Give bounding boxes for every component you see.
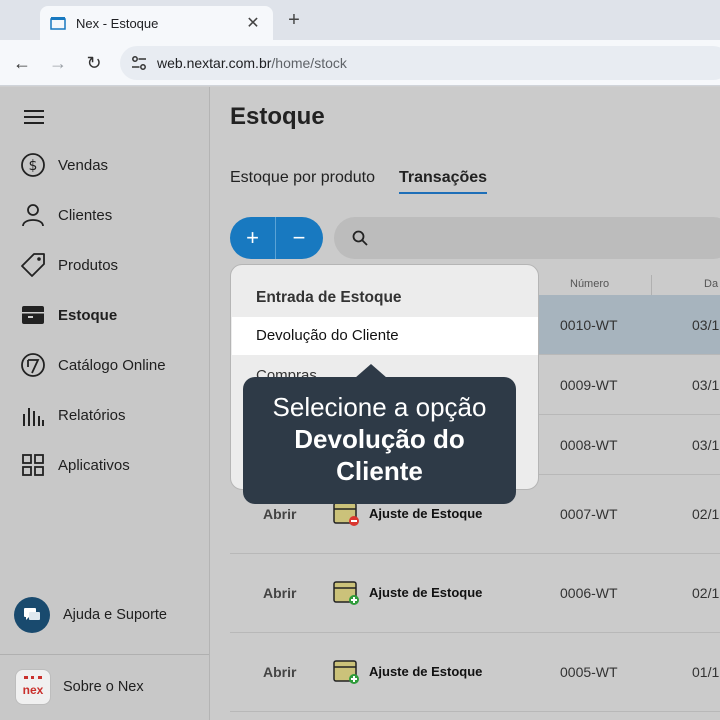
tag-icon xyxy=(21,253,45,277)
column-divider xyxy=(651,275,652,295)
tooltip-line-1: Selecione a opção xyxy=(272,392,487,422)
box-plus-icon xyxy=(333,581,359,605)
close-tab-icon[interactable]: ✕ xyxy=(243,13,263,33)
forward-arrow-icon[interactable]: → xyxy=(47,52,69,74)
bar-chart-icon xyxy=(23,408,44,426)
about-nex-link[interactable]: nex Sobre o Nex xyxy=(15,669,144,705)
sidebar-item-label: Vendas xyxy=(58,156,109,174)
tab-stock-by-product[interactable]: Estoque por produto xyxy=(230,169,375,194)
url-domain: web.nextar.com.br xyxy=(157,55,272,71)
column-date-header: Da xyxy=(704,278,719,290)
sidebar-item-label: Estoque xyxy=(58,306,118,324)
sidebar-item-label: Produtos xyxy=(58,256,119,274)
type-cell: Ajuste de Estoque xyxy=(332,657,482,685)
row-number: 0006-WT xyxy=(560,585,618,601)
search-input[interactable] xyxy=(334,217,720,259)
transaction-type: Ajuste de Estoque xyxy=(369,505,483,521)
sidebar: $ Vendas Clientes Produtos Estoque Catál… xyxy=(0,87,210,720)
row-number: 0010-WT xyxy=(560,317,618,333)
row-number: 0007-WT xyxy=(560,506,618,522)
row-date: 03/1 xyxy=(692,377,720,393)
sidebar-item-label: Relatórios xyxy=(58,406,126,424)
menu-hamburger-icon[interactable] xyxy=(24,109,44,125)
instruction-tooltip: Selecione a opção Devolução do Cliente xyxy=(243,377,516,504)
tooltip-arrow xyxy=(355,364,387,378)
sidebar-item-relatorios[interactable]: Relatórios xyxy=(20,399,205,431)
sidebar-item-produtos[interactable]: Produtos xyxy=(20,249,205,281)
nex-logo-text: nex xyxy=(22,683,44,697)
search-icon xyxy=(352,230,368,246)
row-date: 02/1 xyxy=(692,585,720,601)
add-entry-button[interactable]: + xyxy=(230,217,276,259)
url-path: /home/stock xyxy=(271,55,347,71)
tooltip-line-3: Cliente xyxy=(336,456,423,486)
plus-icon: + xyxy=(246,225,259,250)
catalog-icon xyxy=(21,353,45,377)
minus-icon: − xyxy=(292,225,306,250)
row-number: 0008-WT xyxy=(560,437,618,453)
dollar-circle-icon: $ xyxy=(21,153,45,177)
chat-bubble-icon xyxy=(14,597,50,633)
sidebar-item-label: Aplicativos xyxy=(58,456,130,474)
window-controls xyxy=(0,0,40,40)
apps-grid-icon xyxy=(22,454,44,476)
new-tab-icon[interactable]: + xyxy=(283,9,305,32)
browser-tab-bar: Nex - Estoque ✕ + xyxy=(0,0,720,40)
page-title: Estoque xyxy=(230,103,325,130)
tooltip-line-2: Devolução do xyxy=(294,424,465,454)
back-arrow-icon[interactable]: ← xyxy=(11,52,33,74)
row-number: 0009-WT xyxy=(560,377,618,393)
table-row[interactable]: Abrir Ajuste de Estoque 0005-WT 01/1 xyxy=(230,633,720,712)
nex-favicon-icon xyxy=(50,17,66,30)
sidebar-item-estoque[interactable]: Estoque xyxy=(20,299,205,331)
sidebar-item-label: Clientes xyxy=(58,206,113,224)
about-label: Sobre o Nex xyxy=(63,679,144,695)
sidebar-item-aplicativos[interactable]: Aplicativos xyxy=(20,449,205,481)
column-number-header: Número xyxy=(570,278,610,290)
row-number: 0005-WT xyxy=(560,664,618,680)
browser-tab[interactable]: Nex - Estoque ✕ xyxy=(40,6,273,40)
row-date: 01/1 xyxy=(692,664,720,680)
menu-heading: Entrada de Estoque xyxy=(256,289,402,306)
row-date: 03/1 xyxy=(692,437,720,453)
svg-text:$: $ xyxy=(29,158,38,174)
person-icon xyxy=(22,204,44,227)
reload-icon[interactable]: ↻ xyxy=(83,52,105,74)
table-row[interactable]: Abrir Ajuste de Estoque 0006-WT 02/1 xyxy=(230,554,720,633)
help-label: Ajuda e Suporte xyxy=(63,607,167,623)
nex-logo: nex xyxy=(15,669,51,705)
tab-title: Nex - Estoque xyxy=(76,15,159,31)
help-support-link[interactable]: Ajuda e Suporte xyxy=(14,597,167,633)
box-plus-icon xyxy=(333,660,359,684)
url-text: web.nextar.com.br/home/stock xyxy=(157,55,347,71)
entry-exit-button-group: + − xyxy=(230,217,323,259)
open-link[interactable]: Abrir xyxy=(263,585,296,601)
open-link[interactable]: Abrir xyxy=(263,506,296,522)
sidebar-item-clientes[interactable]: Clientes xyxy=(20,199,205,231)
row-date: 03/1 xyxy=(692,317,720,333)
address-bar[interactable]: web.nextar.com.br/home/stock xyxy=(120,46,720,80)
open-link[interactable]: Abrir xyxy=(263,664,296,680)
tab-transactions[interactable]: Transações xyxy=(399,169,488,194)
sidebar-item-catalogo[interactable]: Catálogo Online xyxy=(20,349,205,381)
transaction-type: Ajuste de Estoque xyxy=(369,663,483,679)
sidebar-divider xyxy=(0,654,209,655)
box-icon xyxy=(22,306,44,324)
site-settings-icon[interactable] xyxy=(130,54,148,72)
sidebar-item-label: Catálogo Online xyxy=(58,356,166,374)
add-exit-button[interactable]: − xyxy=(276,217,322,259)
menu-item-customer-return[interactable]: Devolução do Cliente xyxy=(232,317,538,355)
sidebar-item-vendas[interactable]: $ Vendas xyxy=(20,149,205,181)
transaction-type: Ajuste de Estoque xyxy=(369,584,483,600)
row-date: 02/1 xyxy=(692,506,720,522)
type-cell: Ajuste de Estoque xyxy=(332,578,482,606)
tab-list: Estoque por produto Transações xyxy=(230,169,511,194)
browser-toolbar: ← → ↻ web.nextar.com.br/home/stock xyxy=(0,40,720,86)
